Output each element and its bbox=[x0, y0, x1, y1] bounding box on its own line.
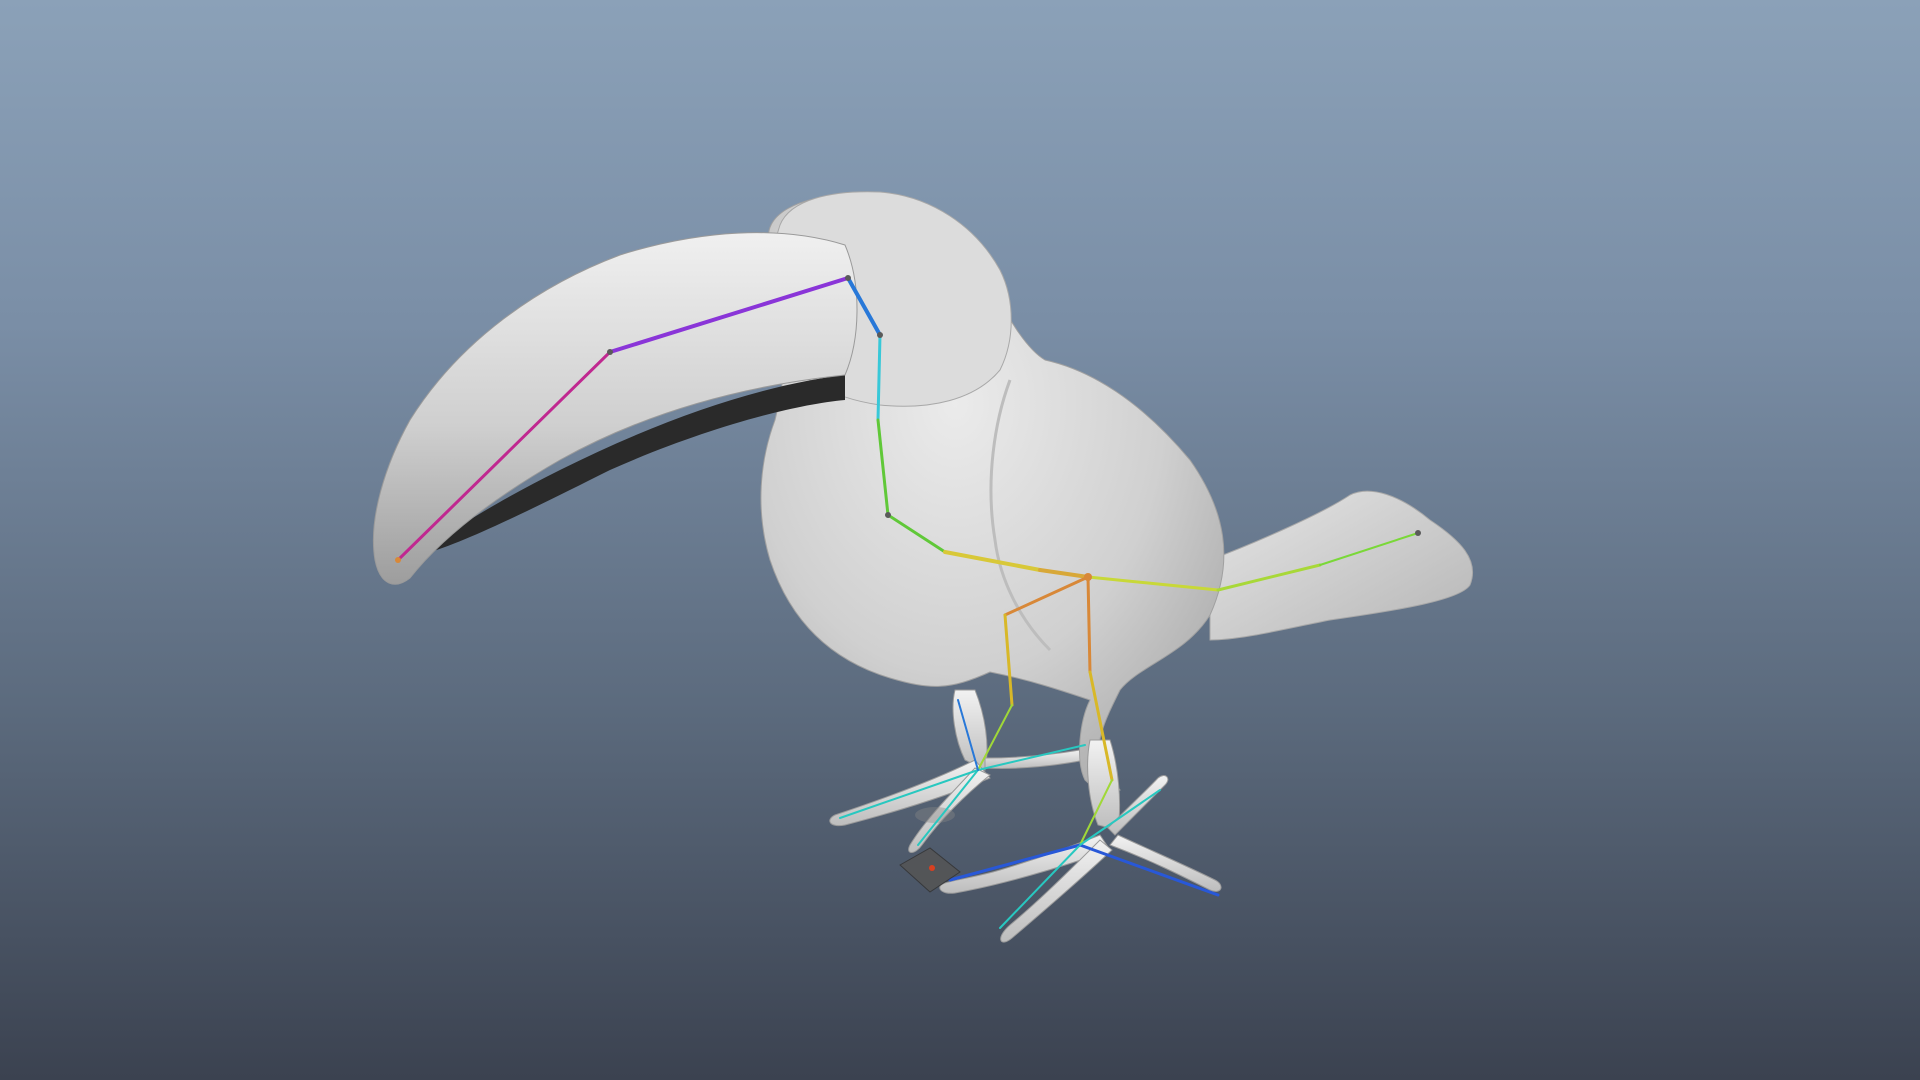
joint-tail-end[interactable] bbox=[1415, 530, 1421, 536]
joint-root[interactable] bbox=[1084, 573, 1092, 581]
scene-canvas[interactable] bbox=[0, 0, 1920, 1080]
foot-shadow bbox=[915, 807, 955, 823]
joint-neck[interactable] bbox=[877, 332, 883, 338]
bone-neck-1[interactable] bbox=[876, 333, 882, 422]
viewport-3d[interactable] bbox=[0, 0, 1920, 1080]
joint-beak-tip[interactable] bbox=[395, 557, 401, 563]
tail-mesh bbox=[1209, 490, 1474, 641]
joint-beak-mid[interactable] bbox=[607, 349, 613, 355]
joint-head[interactable] bbox=[845, 275, 851, 281]
left-foot-mesh bbox=[829, 689, 1091, 853]
bone-root-right[interactable] bbox=[1086, 575, 1092, 674]
joint-chest[interactable] bbox=[885, 512, 891, 518]
